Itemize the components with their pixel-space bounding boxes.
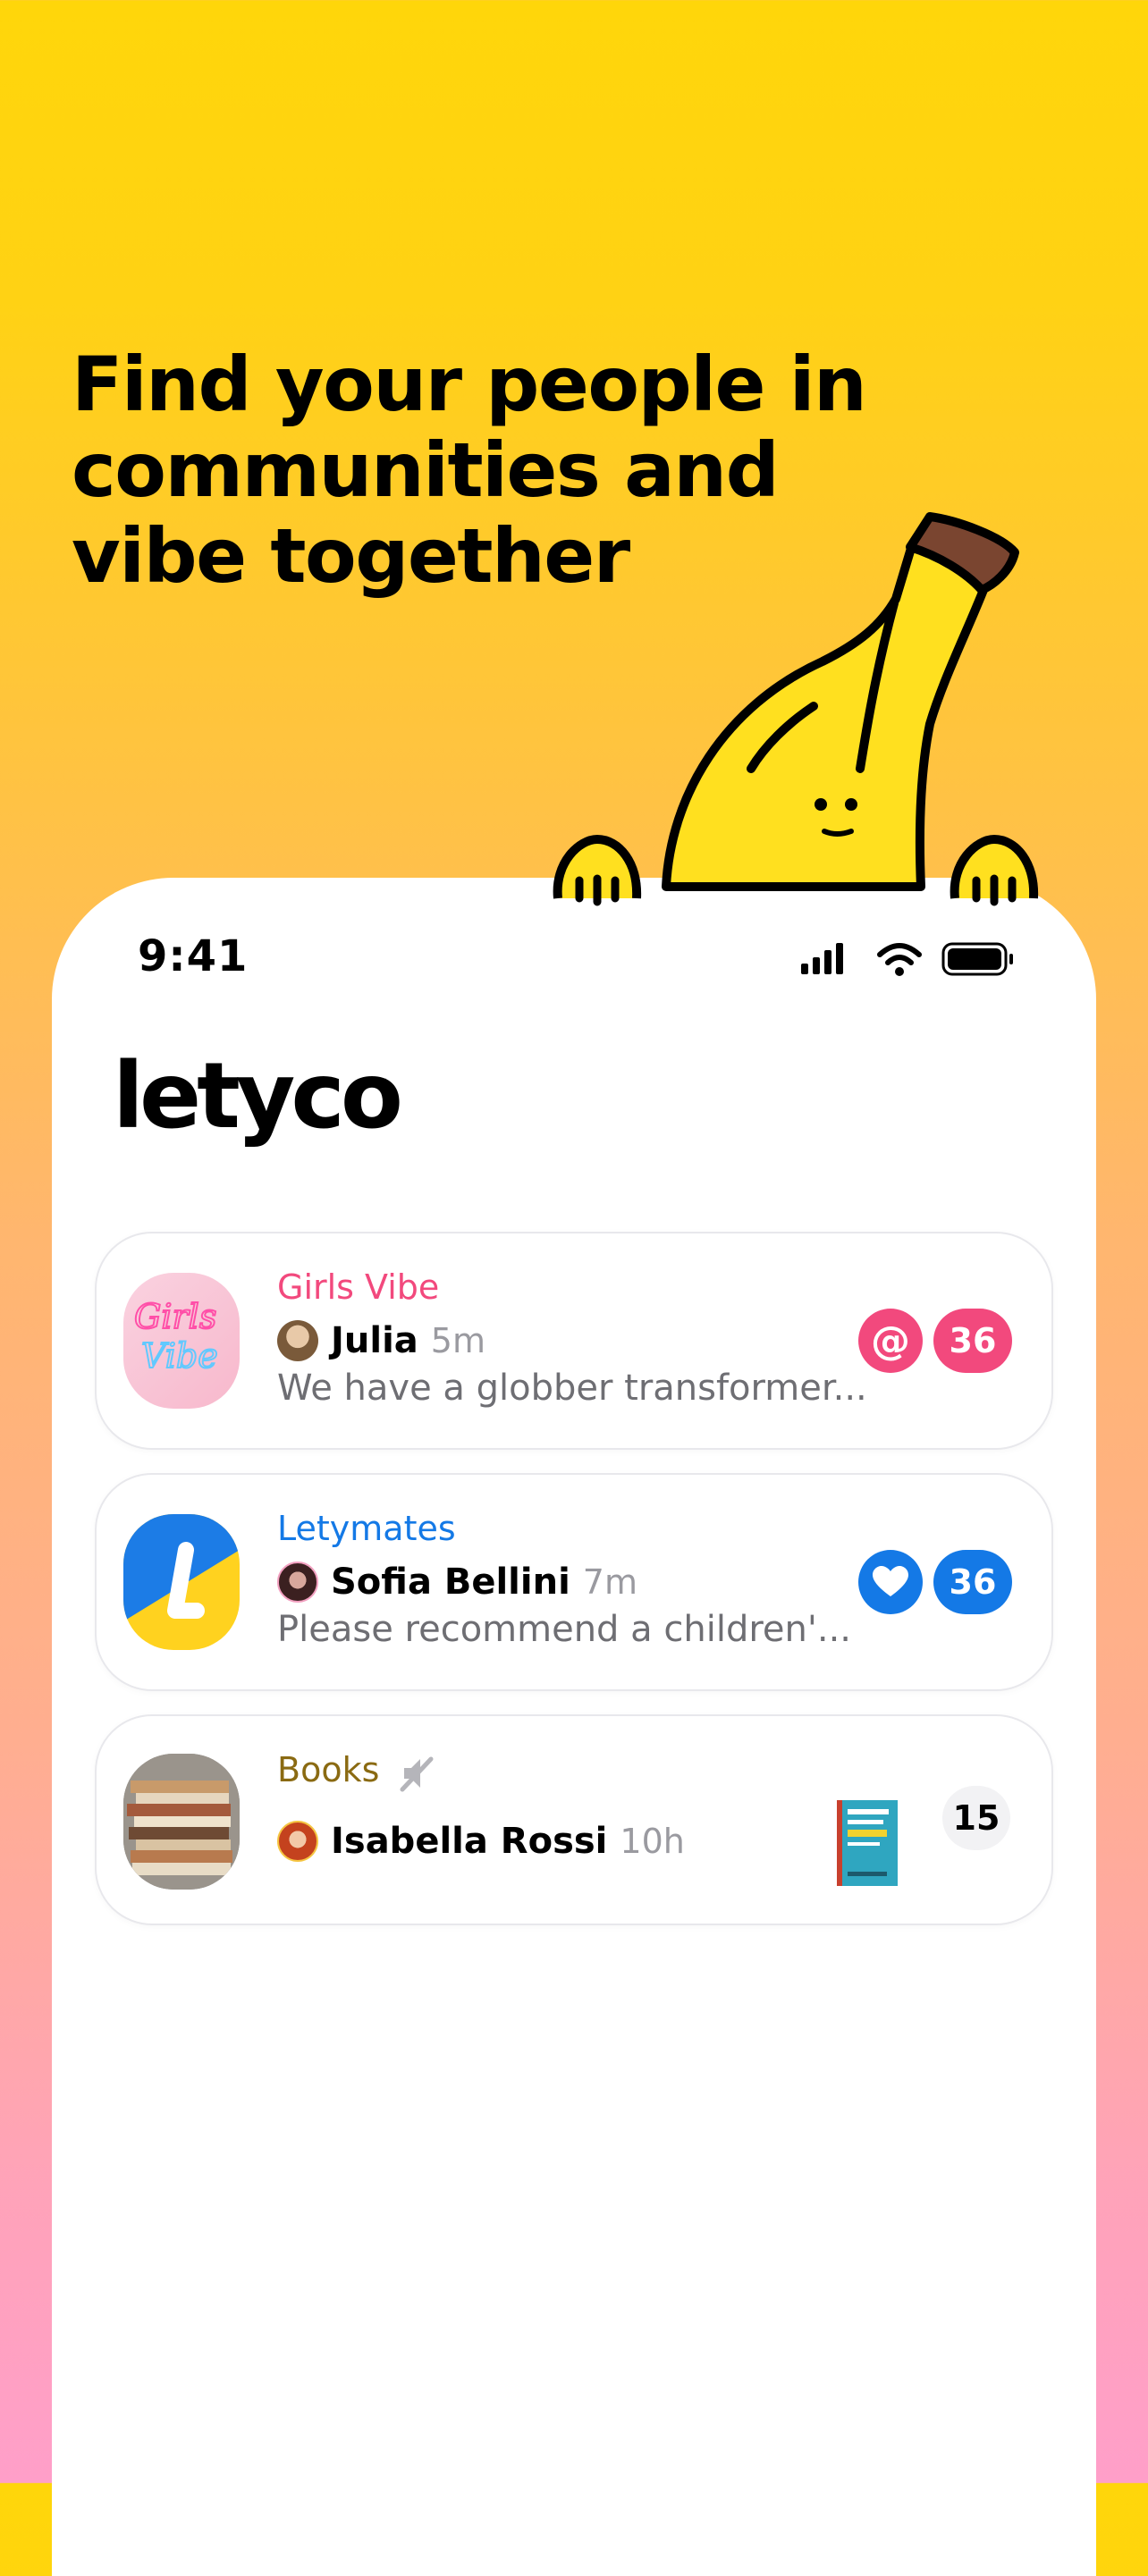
community-name: Letymates	[277, 1509, 456, 1548]
banana-mascot-illustration	[553, 512, 1039, 906]
status-time: 9:41	[138, 931, 249, 981]
community-avatar-books	[123, 1754, 240, 1890]
unread-count-badge: 15	[942, 1786, 1010, 1850]
heart-icon	[858, 1550, 923, 1614]
wifi-icon	[877, 943, 922, 976]
community-name: Girls Vibe	[277, 1267, 440, 1307]
trademark-mark: ™	[374, 1076, 390, 1095]
community-name: Books	[277, 1750, 380, 1789]
cellular-signal-icon	[801, 943, 843, 974]
author-row: Sofia Bellini 7m	[277, 1559, 637, 1605]
chat-card-books[interactable]: Books Isabella Rossi 10h 15	[95, 1714, 1053, 1925]
unread-count-badge: 36	[933, 1309, 1012, 1373]
message-time: 10h	[620, 1822, 685, 1861]
chat-card-letymates[interactable]: Letymates Sofia Bellini 7m Please recomm…	[95, 1473, 1053, 1691]
author-name: Sofia Bellini	[331, 1562, 570, 1603]
author-avatar	[277, 1562, 318, 1603]
author-name: Isabella Rossi	[331, 1821, 608, 1862]
neon-text-vibe: Vibe	[141, 1336, 218, 1376]
community-avatar-letymates	[123, 1514, 240, 1650]
book-cover-image[interactable]	[837, 1800, 898, 1886]
community-avatar-girls-vibe: Girls Vibe	[123, 1273, 240, 1409]
neon-text-girls: Girls	[134, 1297, 216, 1336]
author-avatar	[277, 1821, 318, 1862]
chat-card-girls-vibe[interactable]: Girls Vibe Girls Vibe Julia 5m We have a…	[95, 1232, 1053, 1450]
muted-icon	[400, 1756, 434, 1792]
author-row: Julia 5m	[277, 1317, 485, 1364]
status-icons	[801, 942, 1013, 976]
unread-count-badge: 36	[933, 1550, 1012, 1614]
author-row: Isabella Rossi 10h	[277, 1818, 685, 1865]
message-time: 7m	[582, 1562, 637, 1602]
headline-line-1: Find your people in	[72, 341, 867, 428]
message-preview: Please recommend a children'...	[277, 1609, 852, 1650]
mention-icon: @	[858, 1309, 923, 1373]
author-avatar	[277, 1320, 318, 1361]
app-logo: letyco	[113, 1043, 403, 1149]
author-name: Julia	[331, 1320, 418, 1361]
message-preview: We have a globber transformer...	[277, 1368, 867, 1409]
battery-icon	[941, 942, 1013, 976]
message-time: 5m	[430, 1321, 485, 1360]
